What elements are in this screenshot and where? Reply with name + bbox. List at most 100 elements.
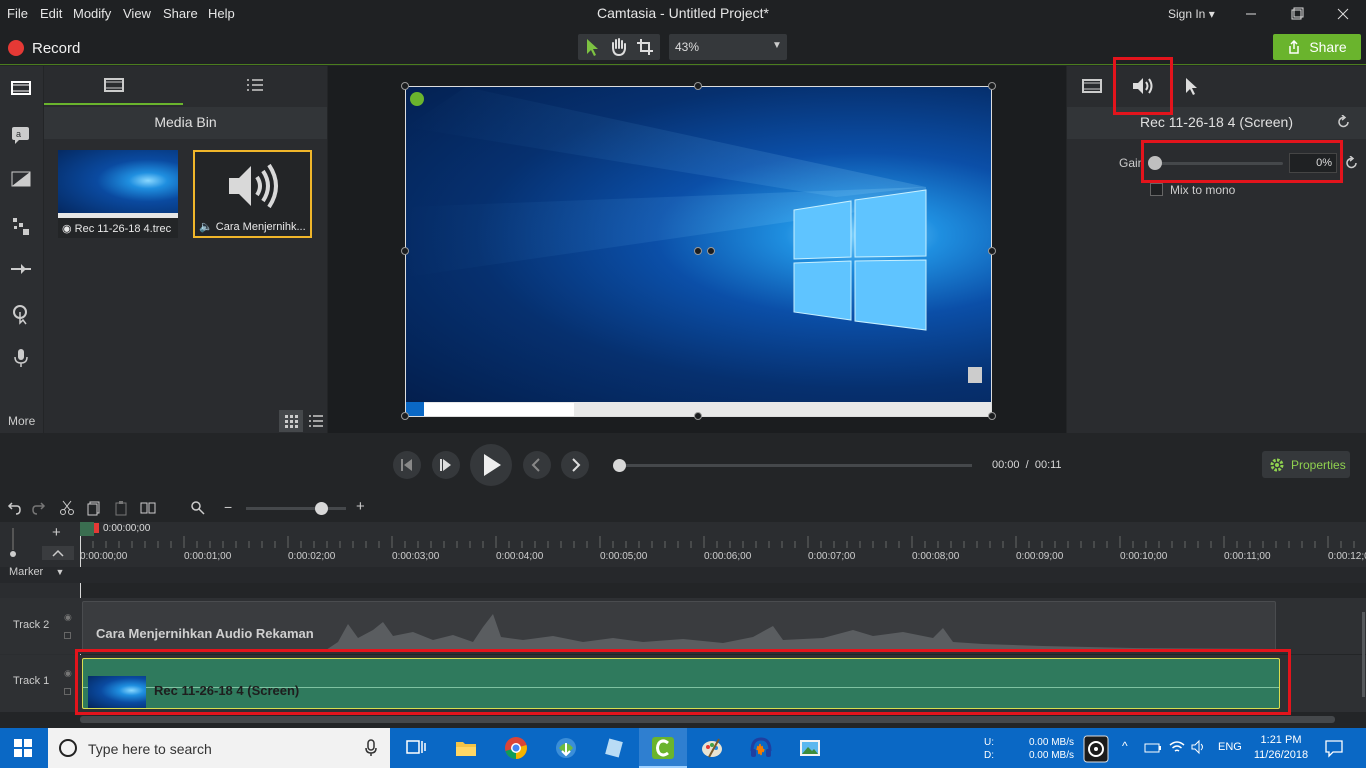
ruler-tick-label: 0:00:03;00 [392,551,440,562]
add-track-icon[interactable]: + [52,524,61,541]
microphone-icon[interactable] [9,346,33,370]
thumbnail-image [58,150,178,218]
volume-icon[interactable] [1190,739,1208,755]
resize-handle[interactable] [401,247,409,255]
scrollbar-thumb[interactable] [80,716,1335,723]
wifi-icon[interactable] [1168,739,1186,755]
animations-icon[interactable] [9,257,33,281]
timeline-zoom-slider[interactable] [246,507,346,510]
resize-handle[interactable] [694,412,702,420]
tab-library[interactable] [245,75,267,95]
copy-icon[interactable] [86,500,102,516]
notifications-icon[interactable] [1324,738,1344,758]
photos-icon[interactable] [797,735,823,761]
tab-media-bin[interactable] [103,75,125,95]
task-view-icon[interactable] [403,735,429,761]
track-height-slider[interactable] [10,528,16,558]
playhead-marker[interactable] [80,522,94,536]
step-forward-button[interactable] [432,451,460,479]
media-item-recording[interactable]: ◉ Rec 11-26-18 4.trec [58,150,178,238]
rotate-handle[interactable] [707,247,715,255]
camtasia-icon[interactable] [650,735,676,761]
restore-button[interactable] [1282,3,1312,25]
notepad-icon[interactable] [601,735,627,761]
reset-icon[interactable] [1337,115,1351,129]
mix-to-mono-checkbox[interactable] [1150,183,1163,196]
previous-clip-button[interactable] [523,451,551,479]
media-item-label: ◉ Rec 11-26-18 4.trec [62,222,176,235]
behaviors-icon[interactable] [9,214,33,238]
chrome-icon[interactable] [503,735,529,761]
visual-properties-tab[interactable] [1081,76,1103,96]
undo-icon[interactable] [5,500,21,516]
list-view-button[interactable] [304,410,328,432]
track-1-label[interactable]: Track 1 [13,675,49,687]
lock-icon[interactable] [64,632,71,639]
sign-in-menu[interactable]: Sign In ▾ [1168,7,1215,21]
resize-handle[interactable] [694,82,702,90]
record-button[interactable]: Record [8,38,80,58]
media-icon[interactable] [9,76,33,100]
gain-reset-icon[interactable] [1345,156,1359,170]
battery-icon[interactable] [1144,741,1162,755]
resize-handle[interactable] [988,82,996,90]
ruler-tick-label: 0:00:06;00 [704,551,752,562]
language-indicator[interactable]: ENG [1218,741,1242,753]
play-button[interactable] [470,444,512,486]
minimize-button[interactable] [1236,3,1266,25]
track-2-label[interactable]: Track 2 [13,619,49,631]
file-explorer-icon[interactable] [453,735,479,761]
windows-start-icon[interactable] [14,739,32,757]
next-clip-button[interactable] [561,451,589,479]
ruler-tick-label: 0:00:04;00 [496,551,544,562]
media-item-audio[interactable]: 🔈 Cara Menjernihk... [193,150,312,238]
eye-icon[interactable]: ◉ [64,612,72,623]
paste-icon[interactable] [113,500,129,516]
audacity-icon[interactable] [748,735,774,761]
marker-track[interactable] [0,567,1366,583]
collapse-button[interactable] [42,546,74,560]
cursor-properties-tab[interactable] [1182,76,1200,96]
lock-icon[interactable] [64,688,71,695]
select-tool[interactable] [578,34,605,60]
zoom-in-icon[interactable]: + [356,498,365,515]
eye-icon[interactable]: ◉ [64,668,72,679]
chevron-down-icon: ▼ [772,40,782,51]
transitions-icon[interactable] [9,167,33,191]
redo-icon[interactable] [32,500,48,516]
paint-icon[interactable] [699,735,725,761]
app-title: Camtasia - Untitled Project* [597,5,769,21]
clock-date: 11/26/2018 [1253,749,1309,761]
marker-label[interactable]: Marker ▼ [9,566,64,578]
split-icon[interactable] [140,500,156,516]
recorder-tray-icon[interactable] [1082,732,1110,764]
timeline-zoom-handle[interactable] [315,502,328,515]
resize-handle[interactable] [401,412,409,420]
cut-icon[interactable] [59,500,75,516]
resize-handle[interactable] [401,82,409,90]
vertical-scrollbar[interactable] [1362,612,1365,697]
gear-icon [1269,457,1285,473]
resize-handle[interactable] [988,412,996,420]
zoom-icon[interactable] [190,500,206,516]
rotate-handle[interactable] [694,247,702,255]
chevron-up-icon[interactable]: ^ [1122,739,1128,753]
scrubber-track[interactable] [620,464,972,467]
close-button[interactable] [1328,3,1358,25]
resize-handle[interactable] [988,247,996,255]
step-back-button[interactable] [393,451,421,479]
zoom-out-icon[interactable]: − [224,499,232,515]
crop-tool[interactable] [632,34,659,60]
grid-view-button[interactable] [279,410,303,432]
scrubber-handle[interactable] [613,459,626,472]
internet-download-manager-icon[interactable] [553,735,579,761]
pan-tool[interactable] [605,34,632,60]
more-label[interactable]: More [8,414,35,428]
taskbar-clock[interactable]: 1:21 PM 11/26/2018 [1246,733,1316,763]
cursor-effects-icon[interactable] [9,302,33,326]
media-item-name: Rec 11-26-18 4.trec [74,223,172,235]
properties-button[interactable]: Properties [1262,451,1350,478]
share-button[interactable]: Share [1273,34,1361,60]
annotations-icon[interactable]: a [9,122,33,146]
microphone-icon[interactable] [364,739,378,757]
